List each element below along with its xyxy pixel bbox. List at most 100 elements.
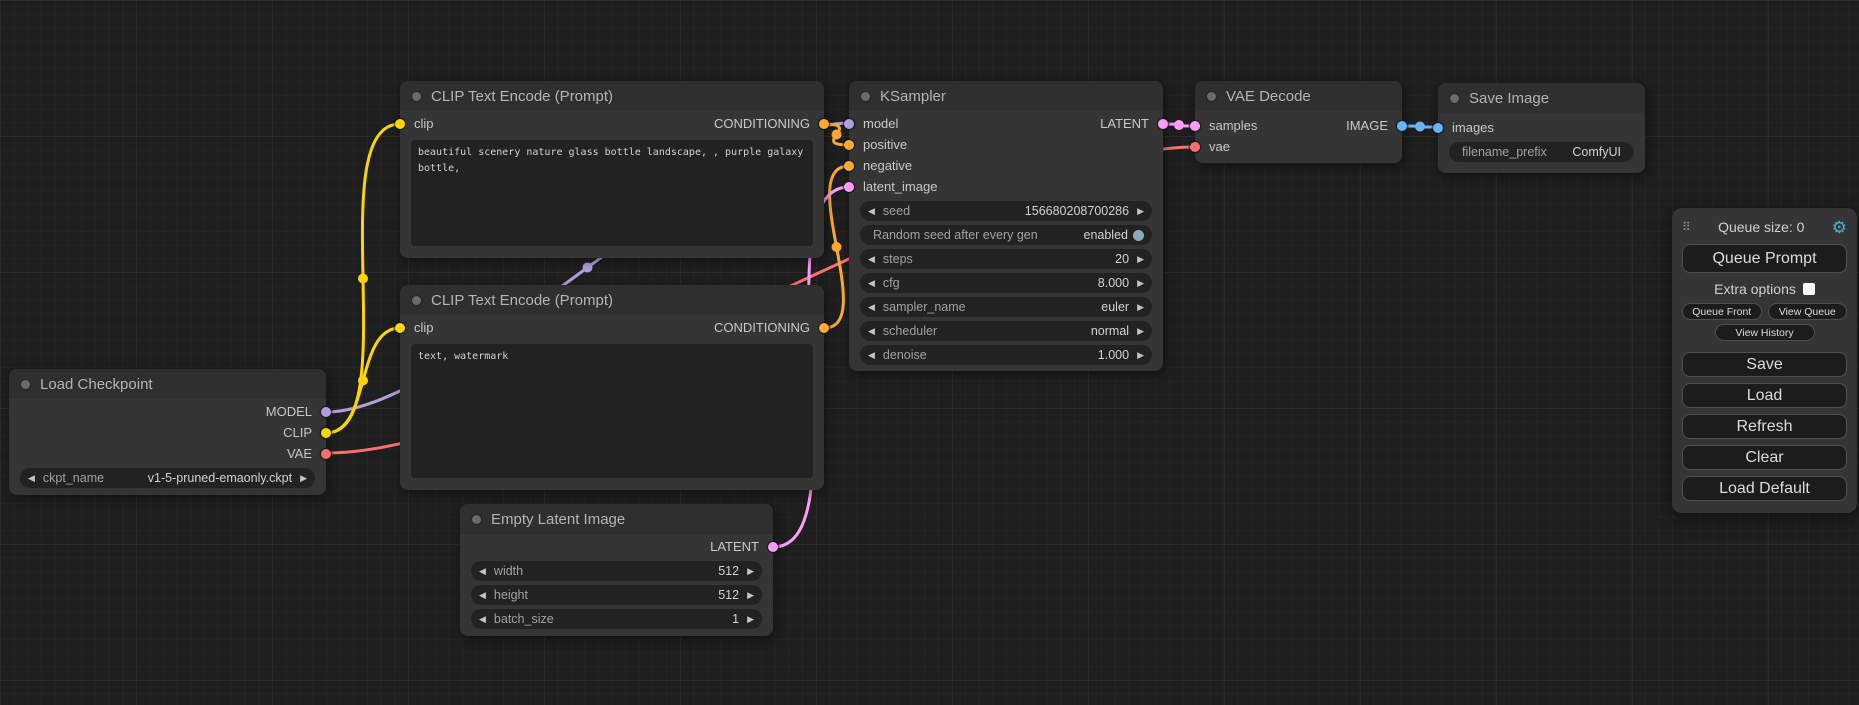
decrement-arrow-icon[interactable]: ◀	[479, 591, 486, 600]
decrement-arrow-icon[interactable]: ◀	[868, 303, 875, 312]
widget-height[interactable]: ◀ height 512 ▶	[471, 585, 762, 605]
node-empty-latent-image[interactable]: Empty Latent Image LATENT ◀ width 512 ▶ …	[460, 504, 773, 636]
collapse-dot-icon[interactable]	[411, 295, 422, 306]
decrement-arrow-icon[interactable]: ◀	[868, 207, 875, 216]
input-slot-samples[interactable]	[1190, 121, 1200, 131]
widget-sampler-name[interactable]: ◀ sampler_name euler ▶	[860, 297, 1152, 317]
output-slot-latent[interactable]	[768, 542, 778, 552]
widget-width[interactable]: ◀ width 512 ▶	[471, 561, 762, 581]
save-button[interactable]: Save	[1682, 352, 1847, 377]
slot-row-clip-conditioning: clip CONDITIONING	[400, 317, 824, 338]
input-slot-latent-image[interactable]	[844, 182, 854, 192]
node-title: Save Image	[1469, 90, 1549, 107]
refresh-button[interactable]: Refresh	[1682, 414, 1847, 439]
output-slot-clip[interactable]	[321, 428, 331, 438]
output-slot-conditioning[interactable]	[819, 323, 829, 333]
widget-denoise[interactable]: ◀ denoise 1.000 ▶	[860, 345, 1152, 365]
widget-seed[interactable]: ◀ seed 156680208700286 ▶	[860, 201, 1152, 221]
decrement-arrow-icon[interactable]: ◀	[868, 351, 875, 360]
toggle-icon[interactable]	[1133, 230, 1144, 241]
increment-arrow-icon[interactable]: ▶	[300, 474, 307, 483]
node-title-bar[interactable]: KSampler	[849, 81, 1163, 111]
output-slot-conditioning[interactable]	[819, 119, 829, 129]
increment-arrow-icon[interactable]: ▶	[1137, 303, 1144, 312]
widget-filename-prefix[interactable]: filename_prefix ComfyUI	[1449, 142, 1634, 162]
input-slot-positive[interactable]	[844, 140, 854, 150]
drag-handle-icon[interactable]: ⠿	[1682, 220, 1691, 234]
node-title-bar[interactable]: Load Checkpoint	[9, 369, 326, 399]
widget-value: 8.000	[1098, 276, 1129, 290]
view-queue-button[interactable]: View Queue	[1768, 303, 1848, 320]
increment-arrow-icon[interactable]: ▶	[1137, 255, 1144, 264]
input-slot-negative[interactable]	[844, 161, 854, 171]
output-slot-latent[interactable]	[1158, 119, 1168, 129]
collapse-dot-icon[interactable]	[411, 91, 422, 102]
node-title: CLIP Text Encode (Prompt)	[431, 292, 613, 309]
collapse-dot-icon[interactable]	[471, 514, 482, 525]
increment-arrow-icon[interactable]: ▶	[747, 615, 754, 624]
input-slot-images[interactable]	[1433, 123, 1443, 133]
node-title-bar[interactable]: Empty Latent Image	[460, 504, 773, 534]
queue-pill-row: Queue Front View Queue	[1682, 303, 1847, 320]
prompt-textarea[interactable]: text, watermark	[411, 344, 813, 478]
widget-batch-size[interactable]: ◀ batch_size 1 ▶	[471, 609, 762, 629]
increment-arrow-icon[interactable]: ▶	[1137, 279, 1144, 288]
prompt-textarea[interactable]: beautiful scenery nature glass bottle la…	[411, 140, 813, 246]
increment-arrow-icon[interactable]: ▶	[1137, 207, 1144, 216]
queue-front-button[interactable]: Queue Front	[1682, 303, 1762, 320]
widget-cfg[interactable]: ◀ cfg 8.000 ▶	[860, 273, 1152, 293]
widget-random-seed[interactable]: Random seed after every gen enabled	[860, 225, 1152, 245]
widget-label: seed	[883, 204, 910, 218]
load-default-button[interactable]: Load Default	[1682, 476, 1847, 501]
node-title-bar[interactable]: Save Image	[1438, 83, 1645, 113]
queue-prompt-button[interactable]: Queue Prompt	[1682, 244, 1847, 273]
node-title-bar[interactable]: CLIP Text Encode (Prompt)	[400, 285, 824, 315]
collapse-dot-icon[interactable]	[860, 91, 871, 102]
wire-midpoint-clip-negative	[358, 376, 368, 386]
node-ksampler[interactable]: KSampler model LATENT positive negative …	[849, 81, 1163, 371]
slot-row-latent-image: latent_image	[849, 176, 1163, 197]
input-slot-clip[interactable]	[395, 323, 405, 333]
node-clip-text-encode-negative[interactable]: CLIP Text Encode (Prompt) clip CONDITION…	[400, 285, 824, 490]
node-load-checkpoint[interactable]: Load Checkpoint MODEL CLIP VAE ◀ ckpt_na…	[9, 369, 326, 495]
wire-midpoint-clip-positive	[358, 274, 368, 284]
node-save-image[interactable]: Save Image images filename_prefix ComfyU…	[1438, 83, 1645, 173]
widget-scheduler[interactable]: ◀ scheduler normal ▶	[860, 321, 1152, 341]
decrement-arrow-icon[interactable]: ◀	[868, 255, 875, 264]
decrement-arrow-icon[interactable]: ◀	[868, 327, 875, 336]
output-row-model: MODEL	[9, 401, 326, 422]
increment-arrow-icon[interactable]: ▶	[747, 567, 754, 576]
load-button[interactable]: Load	[1682, 383, 1847, 408]
output-label-image: IMAGE	[1346, 118, 1388, 133]
node-clip-text-encode-positive[interactable]: CLIP Text Encode (Prompt) clip CONDITION…	[400, 81, 824, 258]
decrement-arrow-icon[interactable]: ◀	[479, 567, 486, 576]
collapse-dot-icon[interactable]	[1449, 93, 1460, 104]
output-slot-vae[interactable]	[321, 449, 331, 459]
input-slot-model[interactable]	[844, 119, 854, 129]
node-title-bar[interactable]: CLIP Text Encode (Prompt)	[400, 81, 824, 111]
decrement-arrow-icon[interactable]: ◀	[868, 279, 875, 288]
gear-icon[interactable]: ⚙	[1832, 219, 1847, 236]
increment-arrow-icon[interactable]: ▶	[747, 591, 754, 600]
increment-arrow-icon[interactable]: ▶	[1137, 327, 1144, 336]
collapse-dot-icon[interactable]	[20, 379, 31, 390]
extra-options-checkbox[interactable]	[1803, 283, 1815, 295]
input-slot-clip[interactable]	[395, 119, 405, 129]
collapse-dot-icon[interactable]	[1206, 91, 1217, 102]
input-slot-vae[interactable]	[1190, 142, 1200, 152]
output-label-vae: VAE	[287, 446, 312, 461]
clear-button[interactable]: Clear	[1682, 445, 1847, 470]
node-title-bar[interactable]: VAE Decode	[1195, 81, 1402, 111]
widget-steps[interactable]: ◀ steps 20 ▶	[860, 249, 1152, 269]
node-title: CLIP Text Encode (Prompt)	[431, 88, 613, 105]
output-slot-model[interactable]	[321, 407, 331, 417]
widget-value: 512	[718, 564, 739, 578]
node-vae-decode[interactable]: VAE Decode samples IMAGE vae	[1195, 81, 1402, 163]
view-history-button[interactable]: View History	[1715, 324, 1815, 341]
increment-arrow-icon[interactable]: ▶	[1137, 351, 1144, 360]
comfyui-canvas[interactable]: Load Checkpoint MODEL CLIP VAE ◀ ckpt_na…	[0, 0, 1859, 705]
decrement-arrow-icon[interactable]: ◀	[28, 474, 35, 483]
decrement-arrow-icon[interactable]: ◀	[479, 615, 486, 624]
output-slot-image[interactable]	[1397, 121, 1407, 131]
widget-ckpt-name[interactable]: ◀ ckpt_name v1-5-pruned-emaonly.ckpt ▶	[20, 468, 315, 488]
